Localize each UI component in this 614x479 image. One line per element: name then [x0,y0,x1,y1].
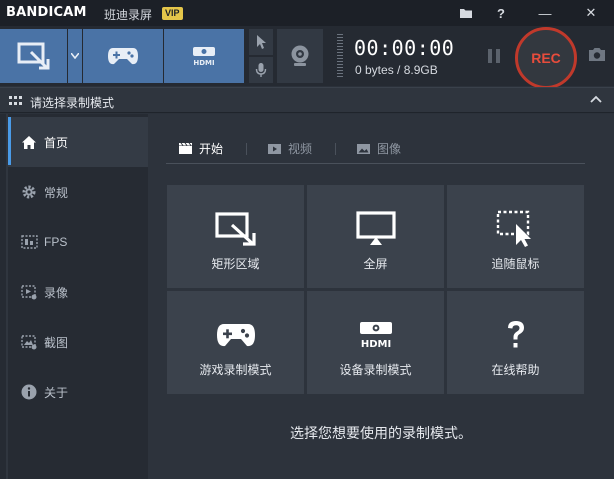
tab-separator [335,143,336,155]
svg-text:HDMI: HDMI [360,339,390,349]
tab-label: 图像 [377,142,402,156]
level-meter [337,34,343,78]
tile-label: 游戏录制模式 [199,363,272,377]
hdmi-icon: HDMI [193,47,215,66]
chevron-up-icon[interactable] [590,94,602,104]
screen-mode-button[interactable] [0,29,67,83]
gamepad-icon [108,48,138,65]
microphone-button[interactable] [249,57,273,83]
tile-device-mode[interactable]: HDMI 设备录制模式 [307,291,444,394]
tile-label: 追随鼠标 [491,257,540,271]
gear-icon [20,183,38,201]
sidebar-item-general[interactable]: 常规 [8,167,148,217]
minimize-icon[interactable]: — [534,2,556,24]
title-bar: BANDICAM 班迪录屏 VIP ? — ✕ [0,0,614,26]
tab-label: 开始 [199,142,224,156]
cursor-effect-button[interactable] [249,29,273,55]
tile-label: 在线帮助 [491,363,540,377]
active-indicator [8,117,11,165]
app-subtitle: 班迪录屏 [104,8,153,22]
tile-fullscreen[interactable]: 全屏 [307,185,444,288]
record-label: REC [531,50,561,66]
picture-icon [356,143,371,155]
section-title: 请选择录制模式 [30,96,115,110]
vip-badge[interactable]: VIP [162,7,183,20]
toolbar: HDMI 00:00:00 0 bytes / 8.9GB REC [0,26,614,89]
clapper-icon [178,142,193,155]
pause-icon[interactable] [486,48,502,64]
rectangle-area-icon [214,209,258,249]
sidebar-item-video[interactable]: 录像 [8,267,148,317]
webcam-icon [291,45,309,66]
question-icon [504,315,528,355]
tab-video[interactable]: 视频 [267,140,312,157]
close-icon[interactable]: ✕ [580,2,602,24]
tab-image[interactable]: 图像 [356,140,401,157]
screenshot-camera-icon[interactable] [588,47,606,62]
folder-icon[interactable] [455,2,477,24]
mode-dropdown-button[interactable] [68,29,82,83]
tile-label: 设备录制模式 [339,363,412,377]
video-settings-icon [20,283,38,301]
game-mode-button[interactable] [83,29,163,83]
sidebar-item-label: 常规 [44,185,69,200]
svg-text:HDMI: HDMI [193,59,214,66]
tile-rectangle-area[interactable]: 矩形区域 [167,185,304,288]
tile-follow-cursor[interactable]: 追随鼠标 [447,185,584,288]
app-brand: BANDICAM [6,5,87,20]
image-settings-icon [20,333,38,351]
hdmi-icon: HDMI [356,315,396,355]
home-icon [20,133,38,151]
tile-label: 全屏 [363,257,388,271]
tile-label: 矩形区域 [211,257,260,271]
tab-start[interactable]: 开始 [178,140,223,157]
fps-icon [20,233,38,251]
webcam-button[interactable] [277,29,323,83]
hint-text: 选择您想要使用的录制模式。 [290,425,472,441]
tile-online-help[interactable]: 在线帮助 [447,291,584,394]
sidebar-item-label: 首页 [44,135,69,150]
tab-separator [246,143,247,155]
sidebar-item-home[interactable]: 首页 [8,117,148,167]
sidebar-item-label: 关于 [44,385,69,400]
sidebar-item-about[interactable]: 关于 [8,367,148,417]
section-header: 请选择录制模式 [0,87,614,113]
microphone-icon [255,63,267,77]
grid-icon [9,96,22,105]
sidebar-item-label: FPS [44,235,68,249]
chevron-down-icon [71,53,79,59]
monitor-icon [355,209,396,249]
device-mode-button[interactable]: HDMI [164,29,244,83]
sidebar-item-screenshot[interactable]: 截图 [8,317,148,367]
record-timer: 00:00:00 [354,36,455,60]
play-icon [267,143,282,155]
sidebar-item-fps[interactable]: FPS [8,217,148,267]
file-size: 0 bytes / 8.9GB [355,63,438,77]
tile-game-mode[interactable]: 游戏录制模式 [167,291,304,394]
content-tabs: 开始 视频 图像 [166,134,585,164]
help-icon[interactable]: ? [490,2,512,24]
follow-cursor-icon [496,209,536,249]
tab-label: 视频 [288,142,313,156]
sidebar-item-label: 录像 [44,285,69,300]
info-icon [20,383,38,401]
rectangle-area-icon [17,42,49,70]
cursor-click-icon [257,35,266,49]
sidebar-item-label: 截图 [44,335,69,350]
gamepad-icon [216,315,256,355]
record-button[interactable]: REC [515,27,577,89]
